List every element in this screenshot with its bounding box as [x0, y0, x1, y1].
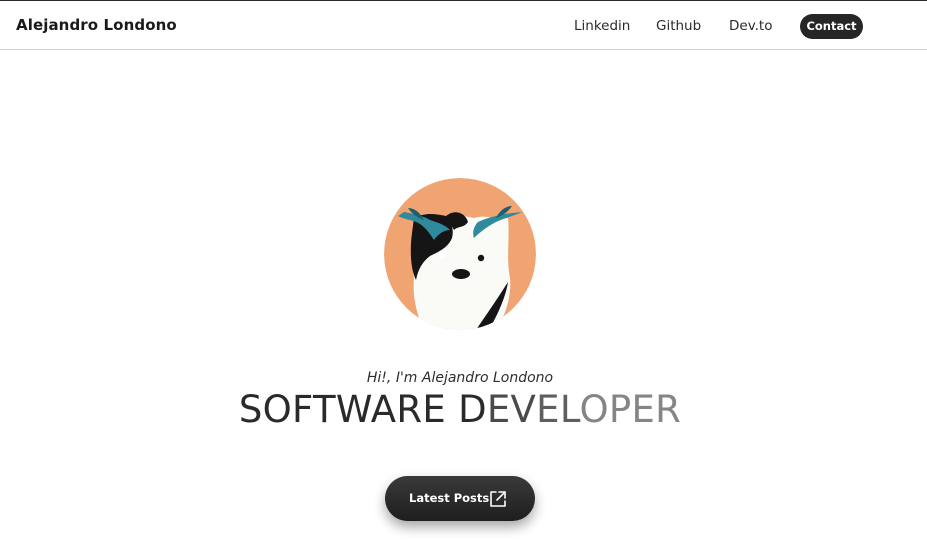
raccoon-avatar-icon — [384, 178, 536, 330]
headline: SOFTWARE DEVELOPER — [0, 388, 920, 431]
headline-part-3: EL — [536, 388, 580, 431]
greeting-text: Hi!, I'm Alejandro Londono — [366, 370, 554, 386]
latest-posts-label: Latest Posts — [409, 491, 490, 505]
external-link-icon — [490, 491, 506, 507]
contact-button[interactable]: Contact — [800, 14, 863, 39]
headline-part-4: OPER — [579, 388, 682, 431]
nav-link-devto[interactable]: Dev.to — [729, 18, 773, 34]
latest-posts-button[interactable]: Latest Posts — [385, 476, 535, 521]
top-navbar: Alejandro Londono Linkedin Github Dev.to… — [0, 0, 927, 50]
nav-link-github[interactable]: Github — [656, 18, 701, 34]
brand-link[interactable]: Alejandro Londono — [16, 16, 177, 34]
headline-part-2: EV — [486, 388, 537, 431]
headline-part-1: SOFTWARE D — [238, 388, 487, 431]
avatar — [384, 178, 536, 330]
nav-link-linkedin[interactable]: Linkedin — [574, 18, 630, 34]
